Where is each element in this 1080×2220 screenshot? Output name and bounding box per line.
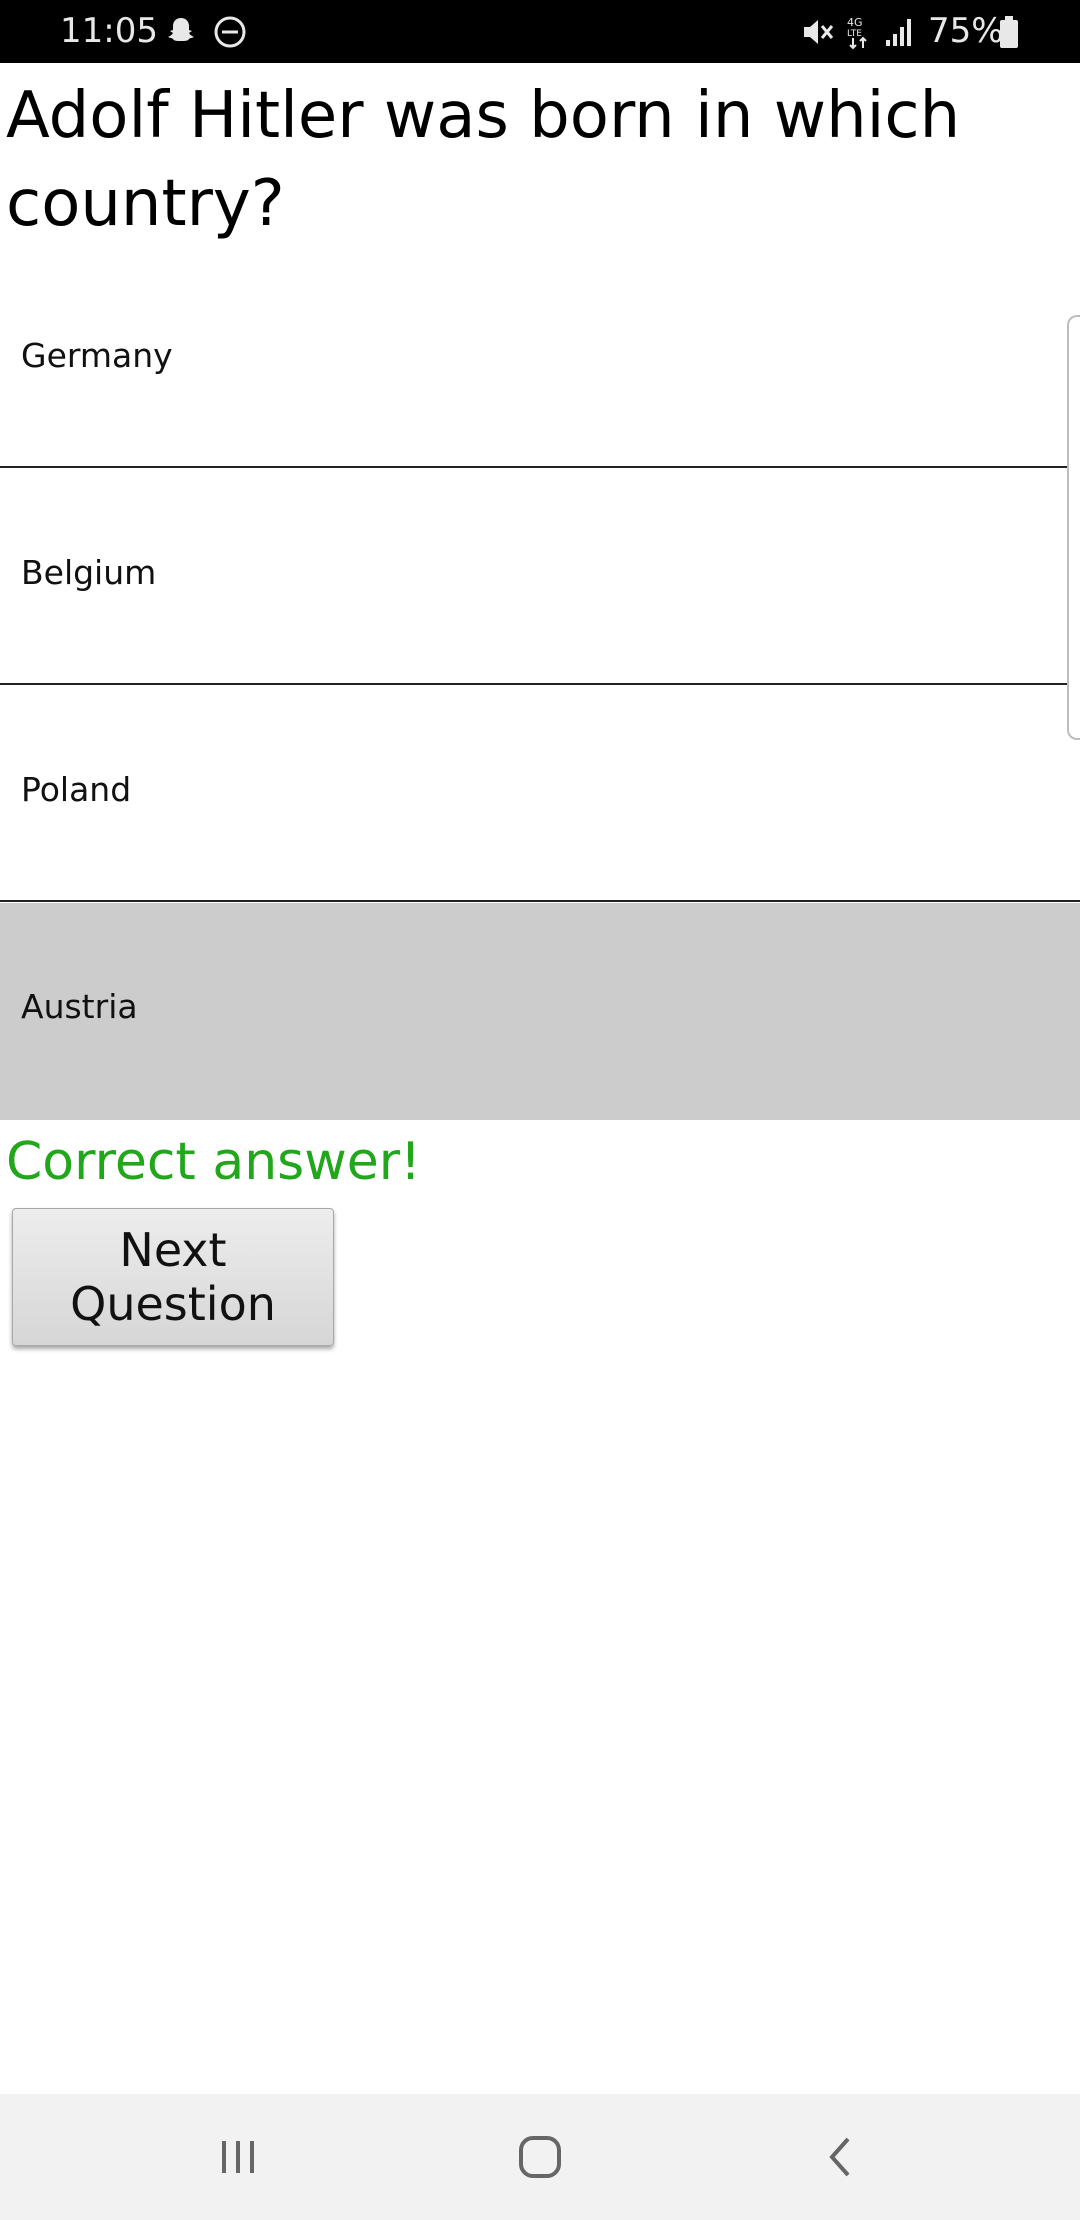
recent-apps-icon[interactable]: [178, 2112, 298, 2202]
4g-lte-icon: 4G LTE: [845, 14, 873, 50]
answer-option-belgium[interactable]: Belgium: [0, 469, 1080, 685]
answer-option-germany[interactable]: Germany: [0, 252, 1080, 468]
answer-option-label: Poland: [21, 770, 132, 809]
answer-option-label: Austria: [21, 987, 138, 1026]
battery-percent: 75%: [928, 11, 1004, 51]
home-icon[interactable]: [480, 2112, 600, 2202]
result-message: Correct answer!: [6, 1132, 421, 1192]
status-bar: 11:05 4G LTE 75%: [0, 0, 1080, 63]
svg-text:LTE: LTE: [847, 29, 862, 39]
svg-text:4G: 4G: [847, 16, 863, 29]
answer-options-list: Germany Belgium Poland Austria: [0, 252, 1080, 1120]
mute-icon: [800, 14, 836, 50]
answer-option-austria[interactable]: Austria: [0, 903, 1080, 1120]
question-text: Adolf Hitler was born in which country?: [6, 79, 961, 241]
signal-icon: [884, 14, 916, 50]
answer-option-label: Belgium: [21, 553, 157, 592]
edge-panel-handle[interactable]: [1067, 315, 1080, 740]
battery-icon: [998, 14, 1020, 50]
snapchat-notification-icon: [164, 14, 198, 50]
navigation-bar: [0, 2094, 1080, 2220]
do-not-disturb-icon: [212, 14, 248, 50]
status-time: 11:05: [60, 11, 158, 51]
next-question-button[interactable]: Next Question: [12, 1208, 334, 1346]
answer-option-label: Germany: [21, 336, 173, 375]
back-icon[interactable]: [782, 2112, 902, 2202]
answer-option-poland[interactable]: Poland: [0, 686, 1080, 902]
